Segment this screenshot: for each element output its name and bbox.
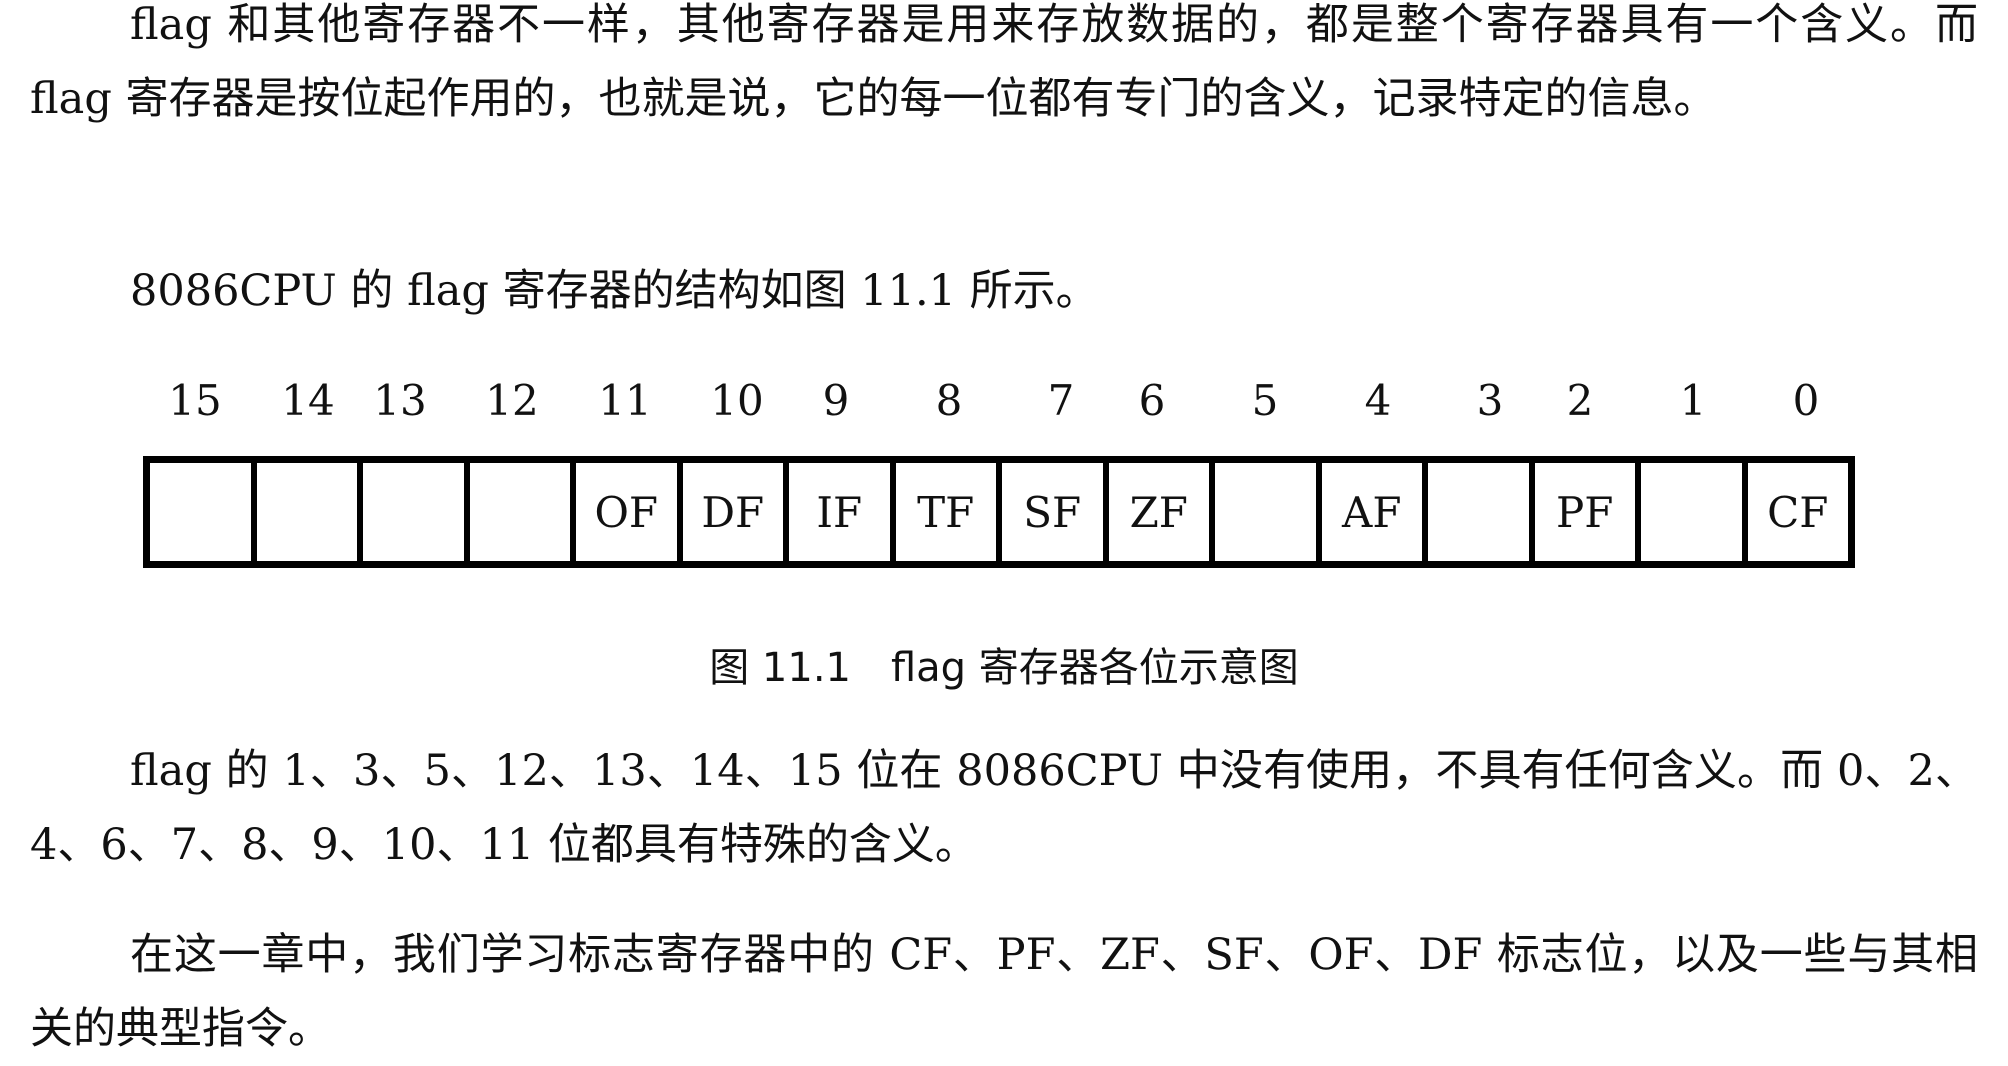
bit-number-2: 2 <box>1566 376 1594 425</box>
figure-caption: 图 11.1 flag 寄存器各位示意图 <box>709 645 1299 691</box>
bit-number-0: 0 <box>1792 376 1820 425</box>
paragraph-chapter-scope: 在这一章中，我们学习标志寄存器中的 CF、PF、ZF、SF、OF、DF 标志位，… <box>30 930 1978 1054</box>
bit-cell-15 <box>150 463 257 561</box>
bit-number-12: 12 <box>485 376 539 425</box>
bit-cell-2: PF <box>1535 463 1641 561</box>
bit-number-14: 14 <box>281 376 335 425</box>
bit-cell-5 <box>1215 463 1322 561</box>
bit-number-4: 4 <box>1364 376 1392 425</box>
document-page: flag 和其他寄存器不一样，其他寄存器是用来存放数据的，都是整个寄存器具有一个… <box>0 0 2008 1062</box>
paragraph-unused-bits: flag 的 1、3、5、12、13、14、15 位在 8086CPU 中没有使… <box>30 746 1978 870</box>
bit-number-9: 9 <box>822 376 850 425</box>
bit-cell-14 <box>257 463 363 561</box>
bit-number-15: 15 <box>168 376 222 425</box>
bit-number-11: 11 <box>598 376 652 425</box>
bit-number-13: 13 <box>373 376 427 425</box>
bit-number-5: 5 <box>1251 376 1279 425</box>
bit-number-10: 10 <box>710 376 764 425</box>
bit-cell-11: OF <box>576 463 683 561</box>
bit-number-8: 8 <box>935 376 963 425</box>
bit-number-6: 6 <box>1138 376 1166 425</box>
bit-cell-1 <box>1641 463 1748 561</box>
bit-cell-3 <box>1428 463 1535 561</box>
bit-number-1: 1 <box>1679 376 1707 425</box>
bit-cell-13 <box>363 463 470 561</box>
bit-cell-9: IF <box>789 463 896 561</box>
bit-cell-4: AF <box>1322 463 1428 561</box>
paragraph-structure-ref: 8086CPU 的 flag 寄存器的结构如图 11.1 所示。 <box>130 266 1099 316</box>
bit-number-3: 3 <box>1476 376 1504 425</box>
bit-cell-12 <box>470 463 576 561</box>
bit-cell-0: CF <box>1767 487 1829 537</box>
bit-cell-8: TF <box>896 463 1002 561</box>
bit-cell-10: DF <box>683 463 789 561</box>
bit-cell-6: ZF <box>1109 463 1215 561</box>
paragraph-flag-intro: flag 和其他寄存器不一样，其他寄存器是用来存放数据的，都是整个寄存器具有一个… <box>30 0 1978 124</box>
flag-register-cells: OF DF IF TF SF ZF AF PF CF <box>143 456 1855 568</box>
bit-cell-7: SF <box>1002 463 1109 561</box>
bit-number-7: 7 <box>1047 376 1075 425</box>
